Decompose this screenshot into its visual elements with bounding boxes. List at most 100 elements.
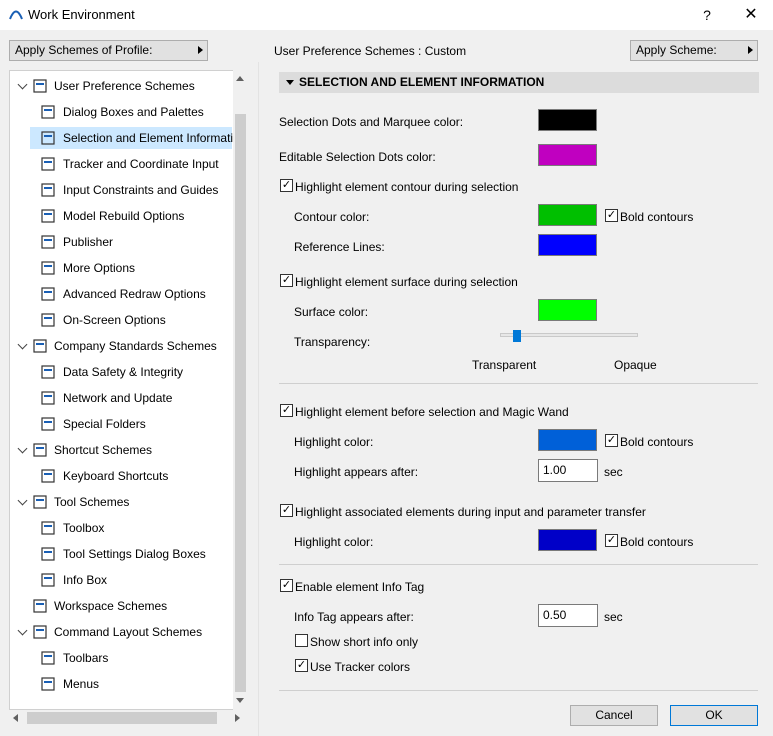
tree-item[interactable]: Workspace Schemes: [10, 595, 232, 617]
chevron-down-icon[interactable]: [17, 625, 28, 636]
tree-item-label: Info Box: [63, 573, 108, 587]
opaque-label: Opaque: [614, 358, 657, 372]
archicad-logo-icon: [9, 10, 23, 20]
transparency-slider-thumb[interactable]: [513, 330, 521, 342]
surface-color-swatch[interactable]: [538, 299, 597, 321]
scroll-left-icon[interactable]: [13, 714, 18, 722]
contour-color-swatch[interactable]: [538, 204, 597, 226]
chevron-down-icon[interactable]: [17, 79, 28, 90]
help-button[interactable]: ?: [693, 4, 721, 26]
tree-item[interactable]: Toolbars: [30, 647, 232, 669]
tree-item[interactable]: Tracker and Coordinate Input: [30, 153, 232, 175]
tree-item-label: Toolbars: [63, 651, 109, 665]
tree-vertical-scroll-thumb[interactable]: [235, 114, 246, 692]
section-header[interactable]: SELECTION AND ELEMENT INFORMATION: [279, 72, 759, 93]
short-info-label: Show short info only: [310, 635, 419, 649]
globe-icon: [40, 390, 56, 406]
bold-contours-checkbox-1[interactable]: ✓: [605, 209, 618, 222]
associated-color-swatch[interactable]: [538, 529, 597, 551]
associated-checkbox-label: Highlight associated elements during inp…: [295, 505, 646, 519]
surface-color-label: Surface color:: [294, 305, 369, 319]
tree-item[interactable]: Selection and Element Informatic: [30, 127, 239, 149]
tree-item[interactable]: Menus: [30, 673, 232, 695]
chevron-down-icon[interactable]: [17, 443, 28, 454]
ok-button[interactable]: OK: [670, 705, 758, 726]
before-selection-label: Highlight element before selection and M…: [295, 405, 569, 419]
scroll-right-icon[interactable]: [235, 714, 240, 722]
tree-item[interactable]: Model Rebuild Options: [30, 205, 232, 227]
tree-item[interactable]: Data Safety & Integrity: [30, 361, 232, 383]
tree-item-label: On-Screen Options: [63, 313, 166, 327]
keyboard-shortcut-icon: [40, 468, 56, 484]
tree-item[interactable]: Tool Settings Dialog Boxes: [30, 543, 232, 565]
dots-marquee-color-swatch[interactable]: [538, 109, 597, 131]
tree-item[interactable]: Special Folders: [30, 413, 232, 435]
tree-horizontal-scroll-thumb[interactable]: [27, 712, 217, 724]
data-safety-icon: [40, 364, 56, 380]
apply-schemes-of-profile-label: Apply Schemes of Profile:: [15, 43, 153, 57]
chevron-down-icon[interactable]: [17, 495, 28, 506]
tree-item[interactable]: Tool Schemes: [10, 491, 232, 513]
tree-item-label: Command Layout Schemes: [54, 625, 203, 639]
menus-icon: [40, 676, 56, 692]
highlight-color-swatch[interactable]: [538, 429, 597, 451]
tree-item-label: Selection and Element Informatic: [63, 131, 240, 145]
info-box-icon: [40, 572, 56, 588]
editable-dots-color-swatch[interactable]: [538, 144, 597, 166]
chevron-down-icon[interactable]: [17, 339, 28, 350]
tree-item[interactable]: Toolbox: [30, 517, 232, 539]
panel-divider: [258, 62, 259, 736]
info-tag-after-sec-label: sec: [604, 610, 623, 624]
scroll-down-icon[interactable]: [236, 698, 244, 703]
tree-item-label: Data Safety & Integrity: [63, 365, 184, 379]
bold-contours-checkbox-3[interactable]: ✓: [605, 534, 618, 547]
divider: [279, 383, 758, 384]
close-button[interactable]: ✕: [737, 4, 765, 26]
tree-item[interactable]: Publisher: [30, 231, 232, 253]
tree-item[interactable]: User Preference Schemes: [10, 75, 232, 97]
info-tag-after-label: Info Tag appears after:: [294, 610, 414, 624]
before-selection-checkbox[interactable]: ✓: [280, 404, 293, 417]
tree-item[interactable]: Input Constraints and Guides: [30, 179, 232, 201]
info-tag-checkbox-label: Enable element Info Tag: [295, 580, 425, 594]
bold-contours-label-2: Bold contours: [620, 435, 694, 449]
scheme-label: User Preference Schemes : Custom: [274, 44, 466, 58]
info-tag-after-input[interactable]: 0.50: [538, 604, 598, 627]
toolbars-icon: [40, 650, 56, 666]
user-pref-icon: [32, 78, 48, 94]
tree-item[interactable]: On-Screen Options: [30, 309, 232, 331]
tree-item[interactable]: Info Box: [30, 569, 232, 591]
associated-checkbox[interactable]: ✓: [280, 504, 293, 517]
info-tag-checkbox[interactable]: ✓: [280, 579, 293, 592]
surface-checkbox[interactable]: ✓: [280, 274, 293, 287]
tree-item[interactable]: Network and Update: [30, 387, 232, 409]
tree-item[interactable]: Keyboard Shortcuts: [30, 465, 232, 487]
apply-scheme-button[interactable]: Apply Scheme:: [630, 40, 758, 61]
cancel-button[interactable]: Cancel: [570, 705, 658, 726]
arrow-right-icon: [748, 46, 753, 54]
bold-contours-checkbox-2[interactable]: ✓: [605, 434, 618, 447]
scroll-up-icon[interactable]: [236, 76, 244, 81]
selection-icon: [40, 130, 56, 146]
dialog-icon: [40, 104, 56, 120]
contour-color-label: Contour color:: [294, 210, 370, 224]
tree-item[interactable]: Dialog Boxes and Palettes: [30, 101, 232, 123]
reference-lines-color-swatch[interactable]: [538, 234, 597, 256]
highlight-after-label: Highlight appears after:: [294, 465, 419, 479]
tree-item-label: Tracker and Coordinate Input: [63, 157, 219, 171]
divider: [279, 690, 758, 691]
highlight-color-label: Highlight color:: [294, 435, 374, 449]
tree-item[interactable]: Company Standards Schemes: [10, 335, 232, 357]
highlight-after-input[interactable]: 1.00: [538, 459, 598, 482]
monitor-icon: [40, 312, 56, 328]
apply-schemes-of-profile-button[interactable]: Apply Schemes of Profile:: [9, 40, 208, 61]
scheme-tree[interactable]: User Preference Schemes Dialog Boxes and …: [9, 70, 247, 710]
tree-item-label: Menus: [63, 677, 100, 691]
short-info-checkbox[interactable]: [295, 634, 308, 647]
tree-item[interactable]: Shortcut Schemes: [10, 439, 232, 461]
tracker-colors-checkbox[interactable]: ✓: [295, 659, 308, 672]
tree-item[interactable]: Command Layout Schemes: [10, 621, 232, 643]
contour-checkbox[interactable]: ✓: [280, 179, 293, 192]
tree-item[interactable]: More Options: [30, 257, 232, 279]
tree-item[interactable]: Advanced Redraw Options: [30, 283, 232, 305]
